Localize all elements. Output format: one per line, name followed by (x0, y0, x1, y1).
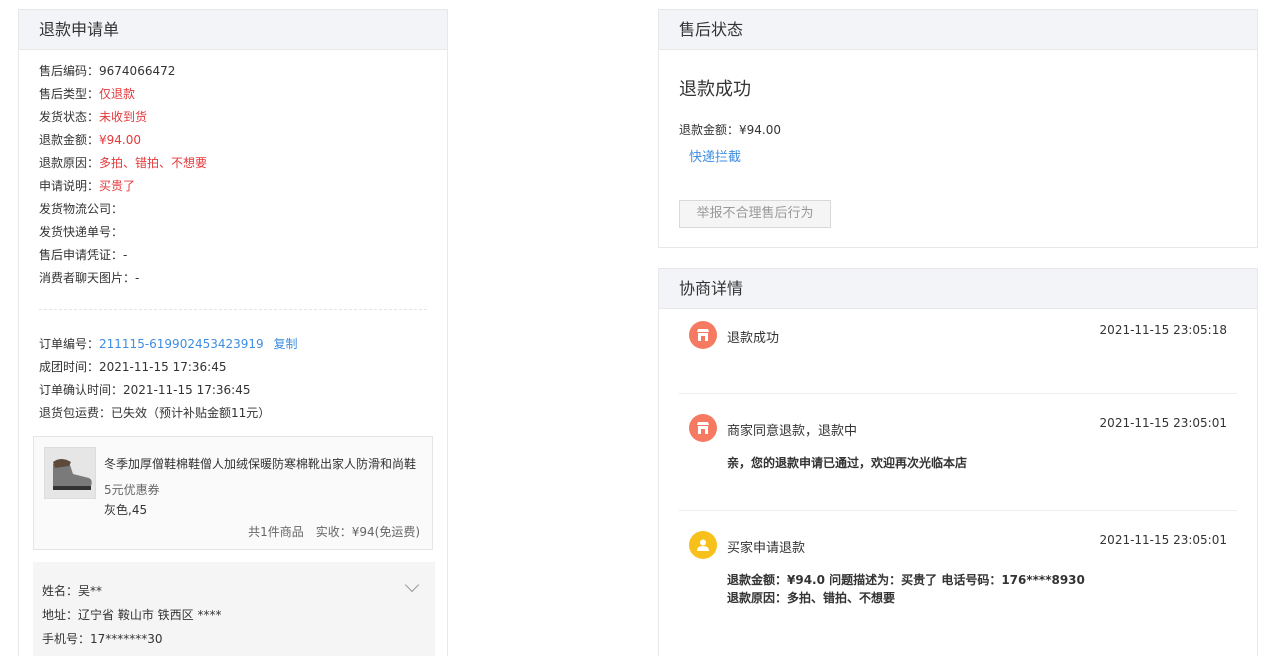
logistics-company-row: 发货物流公司： (39, 202, 124, 216)
event-time: 2021-11-15 23:05:01 (1099, 533, 1227, 547)
address-box: 姓名：吴** 地址：辽宁省 鞍山市 铁西区 **** 手机号：17*******… (33, 562, 435, 656)
event-title: 买家申请退款 (727, 541, 806, 556)
product-spec: 灰色,45 (104, 503, 148, 517)
after-sale-status-panel: 售后状态 退款成功 退款金额：¥94.00 快递拦截 举报不合理售后行为 (658, 9, 1258, 248)
refund-request-panel: 退款申请单 售后编码：9674066472 售后类型：仅退款 发货状态：未收到货… (18, 9, 448, 656)
confirm-time-row: 订单确认时间：2021-11-15 17:36:45 (39, 383, 251, 397)
shipping-status: 未收到货 (99, 110, 148, 124)
event-description: 亲，您的退款申请已通过，欢迎再次光临本店 (727, 456, 968, 470)
event-description-line: 退款原因：多拍、错拍、不想要 (727, 591, 896, 605)
express-intercept-link[interactable]: 快递拦截 (689, 146, 741, 165)
shoe-icon (45, 448, 95, 498)
recipient-address: 辽宁省 鞍山市 铁西区 **** (78, 608, 222, 622)
return-shipping-row: 退货包运费：已失效（预计补贴金额11元） (39, 406, 271, 420)
shipping-status-row: 发货状态：未收到货 (39, 110, 148, 124)
refund-request-title: 退款申请单 (19, 10, 447, 50)
recipient-phone-row: 手机号：17*******30 (42, 632, 163, 646)
refund-amount-row: 退款金额：¥94.00 (39, 133, 142, 147)
proof-value: - (123, 248, 128, 262)
timeline-event: 商家同意退款，退款中 2021-11-15 23:05:01 亲，您的退款申请已… (679, 414, 1239, 504)
after-sale-code-row: 售后编码：9674066472 (39, 64, 176, 78)
after-sale-status-title: 售后状态 (659, 10, 1257, 50)
event-time: 2021-11-15 23:05:18 (1099, 323, 1227, 337)
user-icon (689, 531, 717, 559)
product-thumbnail[interactable] (44, 447, 96, 499)
refund-status: 退款成功 (679, 79, 751, 100)
refund-reason: 多拍、错拍、不想要 (99, 156, 208, 170)
order-info-list: 订单编号：211115-619902453423919 复制 成团时间：2021… (39, 335, 298, 427)
status-refund-amount: 退款金额：¥94.00 (679, 123, 781, 137)
after-sale-code: 9674066472 (99, 64, 176, 78)
tracking-number-row: 发货快递单号： (39, 225, 124, 239)
event-divider (679, 510, 1237, 511)
product-total: 共1件商品 实收：¥94(免运费) (248, 525, 420, 539)
recipient-name-row: 姓名：吴** (42, 584, 103, 598)
application-note: 买贵了 (99, 179, 136, 193)
event-divider (679, 393, 1237, 394)
after-sale-type-row: 售后类型：仅退款 (39, 87, 136, 101)
refund-amount: ¥94.00 (99, 133, 142, 147)
section-divider (39, 309, 427, 310)
report-unreasonable-button[interactable]: 举报不合理售后行为 (679, 200, 831, 228)
recipient-name: 吴** (78, 584, 103, 598)
event-title: 退款成功 (727, 331, 780, 346)
proof-row: 售后申请凭证：- (39, 248, 128, 262)
order-number-link[interactable]: 211115-619902453423919 (99, 337, 264, 351)
application-note-row: 申请说明：买贵了 (39, 179, 136, 193)
recipient-phone: 17*******30 (90, 632, 163, 646)
product-name[interactable]: 冬季加厚僧鞋棉鞋僧人加绒保暖防寒棉靴出家人防滑和尚鞋 (104, 455, 416, 472)
address-list: 姓名：吴** 地址：辽宁省 鞍山市 铁西区 **** 手机号：17*******… (42, 582, 221, 654)
negotiation-title: 协商详情 (659, 269, 1257, 309)
store-icon (689, 321, 717, 349)
timeline-event: 退款成功 2021-11-15 23:05:18 (679, 321, 1239, 391)
return-shipping: 已失效（预计补贴金额11元） (111, 406, 271, 420)
group-time: 2021-11-15 17:36:45 (99, 360, 227, 374)
refund-info-list: 售后编码：9674066472 售后类型：仅退款 发货状态：未收到货 退款金额：… (39, 62, 207, 292)
event-title: 商家同意退款，退款中 (727, 424, 858, 439)
event-time: 2021-11-15 23:05:01 (1099, 416, 1227, 430)
event-description-line: 退款金额：¥94.0 问题描述为：买贵了 电话号码：176****8930 (727, 573, 1085, 587)
timeline-event: 买家申请退款 2021-11-15 23:05:01 退款金额：¥94.0 问题… (679, 531, 1239, 621)
refund-reason-row: 退款原因：多拍、错拍、不想要 (39, 156, 208, 170)
negotiation-details-panel: 协商详情 退款成功 2021-11-15 23:05:18 商家同意退款，退款中… (658, 268, 1258, 656)
chevron-down-icon[interactable] (404, 577, 420, 593)
product-card[interactable]: 冬季加厚僧鞋棉鞋僧人加绒保暖防寒棉靴出家人防滑和尚鞋 5元优惠券 灰色,45 共… (33, 436, 433, 550)
group-time-row: 成团时间：2021-11-15 17:36:45 (39, 360, 227, 374)
store-icon (689, 414, 717, 442)
product-coupon: 5元优惠券 (104, 483, 160, 497)
event-description: 退款金额：¥94.0 问题描述为：买贵了 电话号码：176****8930 退款… (727, 571, 1085, 607)
order-number-row: 订单编号：211115-619902453423919 复制 (39, 337, 298, 351)
chat-images-value: - (135, 271, 140, 285)
after-sale-type: 仅退款 (99, 87, 136, 101)
copy-button[interactable]: 复制 (274, 337, 298, 351)
recipient-address-row: 地址：辽宁省 鞍山市 铁西区 **** (42, 608, 222, 622)
confirm-time: 2021-11-15 17:36:45 (123, 383, 251, 397)
chat-images-row: 消费者聊天图片：- (39, 271, 140, 285)
